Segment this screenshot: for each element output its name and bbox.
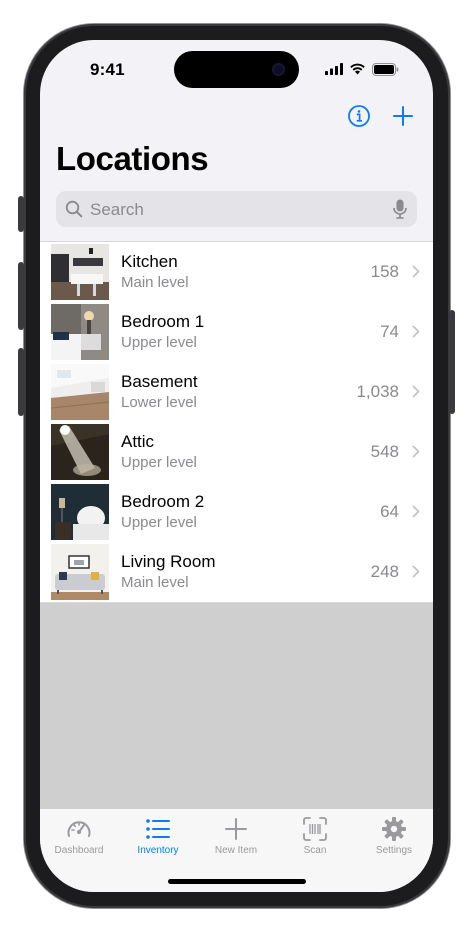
location-row-living-room[interactable]: Living Room Main level 248 (40, 542, 433, 602)
list-icon (146, 819, 170, 839)
item-count: 158 (370, 262, 399, 281)
speedometer-icon (67, 821, 91, 837)
location-row-basement[interactable]: Basement Lower level 1,038 (40, 362, 433, 422)
location-row-bedroom-2[interactable]: Bedroom 2 Upper level 64 (40, 482, 433, 542)
plus-icon (225, 818, 247, 840)
status-time: 9:41 (90, 60, 125, 79)
action-button (18, 196, 24, 232)
dynamic-island (174, 51, 299, 88)
wifi-icon (350, 63, 365, 75)
gear-icon (382, 817, 406, 841)
chevron-right-icon (412, 385, 420, 398)
chevron-right-icon (412, 265, 420, 278)
location-name: Basement (121, 372, 198, 391)
volume-down-button (18, 348, 24, 416)
search-bar (56, 191, 417, 229)
location-name: Bedroom 2 (121, 492, 205, 511)
tab-new-item[interactable]: New Item (197, 815, 275, 856)
info-icon (348, 105, 370, 127)
tab-inventory[interactable]: Inventory (119, 815, 197, 856)
cellular-signal-icon (325, 63, 343, 75)
tab-label: Settings (375, 845, 413, 856)
tab-label: Scan (303, 845, 327, 856)
tab-scan[interactable]: Scan (276, 815, 354, 856)
volume-up-button (18, 262, 24, 330)
search-icon (65, 200, 83, 218)
location-row-attic[interactable]: Attic Upper level 548 (40, 422, 433, 482)
location-thumbnail (51, 244, 109, 300)
nav-bar-actions (347, 104, 415, 128)
barcode-scan-icon (303, 817, 327, 841)
camera-icon (272, 63, 285, 76)
chevron-right-icon (412, 325, 420, 338)
location-level: Upper level (121, 454, 197, 471)
item-count: 1,038 (356, 382, 399, 401)
item-count: 74 (380, 322, 399, 341)
tab-settings[interactable]: Settings (355, 815, 433, 856)
page-title: Locations (56, 140, 209, 177)
location-name: Living Room (121, 552, 216, 571)
plus-icon (393, 106, 413, 126)
tab-dashboard[interactable]: Dashboard (40, 815, 118, 856)
location-row-kitchen[interactable]: Kitchen Main level 158 (40, 242, 433, 302)
tab-label: Dashboard (54, 845, 104, 856)
location-thumbnail (51, 544, 109, 600)
empty-list-area (40, 603, 433, 808)
location-level: Upper level (121, 514, 197, 531)
location-level: Main level (121, 274, 189, 291)
location-thumbnail (51, 304, 109, 360)
power-button (449, 310, 455, 414)
microphone-icon[interactable] (393, 199, 407, 219)
location-name: Bedroom 1 (121, 312, 205, 331)
add-location-button[interactable] (391, 104, 415, 128)
chevron-right-icon (412, 565, 420, 578)
location-name: Attic (121, 432, 155, 451)
item-count: 248 (370, 562, 399, 581)
chevron-right-icon (412, 445, 420, 458)
location-thumbnail (51, 364, 109, 420)
home-indicator (168, 879, 306, 884)
screen: 9:41 Locations Search Kitchen Main level… (40, 40, 433, 892)
info-button[interactable] (347, 104, 371, 128)
tab-label: New Item (214, 845, 258, 856)
tab-label: Inventory (137, 845, 179, 856)
location-thumbnail (51, 484, 109, 540)
chevron-right-icon (412, 505, 420, 518)
battery-icon (372, 62, 399, 76)
status-icons (325, 62, 399, 76)
location-name: Kitchen (121, 252, 178, 271)
location-level: Lower level (121, 394, 197, 411)
location-thumbnail (51, 424, 109, 480)
location-row-bedroom-1[interactable]: Bedroom 1 Upper level 74 (40, 302, 433, 362)
location-level: Upper level (121, 334, 197, 351)
item-count: 64 (380, 502, 399, 521)
search-input[interactable] (88, 191, 382, 229)
item-count: 548 (370, 442, 399, 461)
locations-list: Kitchen Main level 158 Bedroom 1 Upper l… (40, 241, 433, 603)
location-level: Main level (121, 574, 189, 591)
